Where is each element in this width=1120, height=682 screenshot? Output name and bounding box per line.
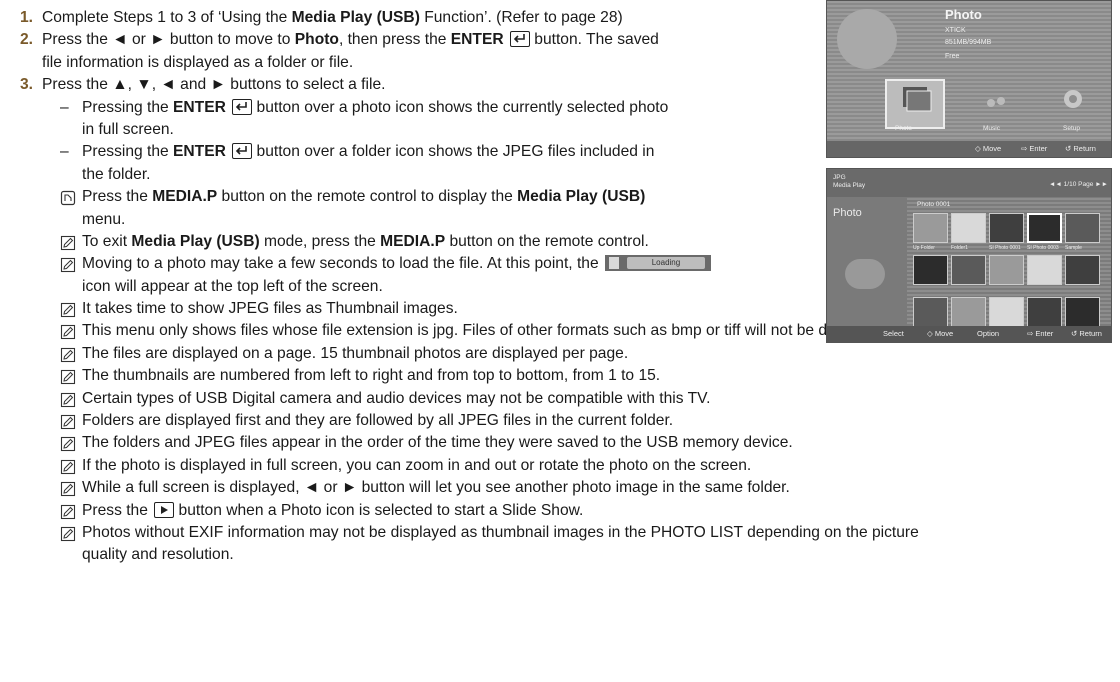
photo-tile <box>885 79 945 129</box>
photo-menu-screenshot: Photo XTICK 851MB/994MB Free Photo Music… <box>826 0 1112 158</box>
note-pencil-icon <box>60 482 76 497</box>
note: Photos without EXIF information may not … <box>20 523 1110 545</box>
note-pencil-icon <box>60 459 76 474</box>
step-2: 2. Press the ◄ or ► button to move to Ph… <box>20 31 659 49</box>
info-panel: Photo <box>827 197 907 328</box>
note: While a full screen is displayed, ◄ or ►… <box>20 478 1110 500</box>
enter-icon <box>509 31 530 48</box>
step-3: 3. Press the ▲, ▼, ◄ and ► buttons to se… <box>20 76 386 94</box>
note: The folders and JPEG files appear in the… <box>20 433 1110 455</box>
note: Press the button when a Photo icon is se… <box>20 501 1110 523</box>
hourglass-icon <box>608 257 619 270</box>
thumbnail <box>1065 297 1100 327</box>
step-number: 3. <box>20 76 34 94</box>
step-number: 2. <box>20 31 34 49</box>
sub-item: – Pressing the ENTER button over a photo… <box>60 98 669 116</box>
note: Certain types of USB Digital camera and … <box>20 389 1110 411</box>
thumbnail <box>1065 255 1100 285</box>
note-pencil-icon <box>60 303 76 318</box>
thumbnail <box>913 255 948 285</box>
note-pencil-icon <box>60 258 76 273</box>
note: To exit Media Play (USB) mode, press the… <box>20 232 810 254</box>
enter-icon <box>232 143 253 160</box>
note-pencil-icon <box>60 235 76 250</box>
note-pencil-icon <box>60 504 76 519</box>
photo-icon <box>903 87 932 112</box>
note-pencil-icon <box>60 347 76 362</box>
usb-folder-graphic <box>845 259 885 289</box>
thumbnail <box>1027 297 1062 327</box>
note: The files are displayed on a page. 15 th… <box>20 344 1110 366</box>
usb-folder-graphic <box>837 9 897 69</box>
thumbnail <box>989 297 1024 327</box>
note: The thumbnails are numbered from left to… <box>20 366 1110 388</box>
media-play-label: Media Play (USB) <box>291 9 420 26</box>
note-pencil-icon <box>60 370 76 385</box>
note-pencil-icon <box>60 414 76 430</box>
music-icon <box>987 97 1005 107</box>
thumbnail <box>989 255 1024 285</box>
play-button-icon <box>154 501 175 518</box>
sub-item: – Pressing the ENTER button over a folde… <box>60 143 655 161</box>
thumbnail <box>913 213 948 243</box>
note: Moving to a photo may take a few seconds… <box>20 254 810 276</box>
step-number: 1. <box>20 9 34 26</box>
footer-bar: Select ◇ Move Option ⇨ Enter ↺ Return <box>827 326 1111 342</box>
thumbnail <box>951 213 986 243</box>
note-pencil-icon <box>60 437 76 452</box>
thumbnail <box>989 213 1024 243</box>
note: Folders are displayed first and they are… <box>20 411 1110 433</box>
media-note: Press the MEDIA.P button on the remote c… <box>20 187 810 209</box>
thumbnail <box>951 255 986 285</box>
photo-list-screenshot: JPG Media Play ◄◄ 1/10 Page ►► Photo Pho… <box>826 168 1112 343</box>
footer-bar: ◇ Move ⇨ Enter ↺ Return <box>827 141 1111 157</box>
thumbnail-grid: Up Folder Folder1 SI Photo 0001 SI Photo 00… <box>911 201 1107 328</box>
note-pencil-icon <box>60 392 76 407</box>
step-1: 1. Complete Steps 1 to 3 of ‘Using the M… <box>20 9 623 26</box>
thumbnail <box>951 297 986 327</box>
note-pencil-icon <box>60 526 76 542</box>
enter-icon <box>232 98 253 115</box>
gear-icon <box>1064 90 1082 108</box>
header-bar: JPG Media Play ◄◄ 1/10 Page ►► <box>827 169 1111 197</box>
thumbnail <box>1027 255 1062 285</box>
note-pencil-icon <box>60 325 76 340</box>
loading-badge: Loading <box>604 255 711 272</box>
screen-title: Photo <box>945 7 982 22</box>
note: If the photo is displayed in full screen… <box>20 456 1110 478</box>
thumbnail <box>1027 213 1062 243</box>
thumbnail <box>1065 213 1100 243</box>
thumbnail <box>913 297 948 327</box>
remote-note-icon <box>60 191 76 206</box>
